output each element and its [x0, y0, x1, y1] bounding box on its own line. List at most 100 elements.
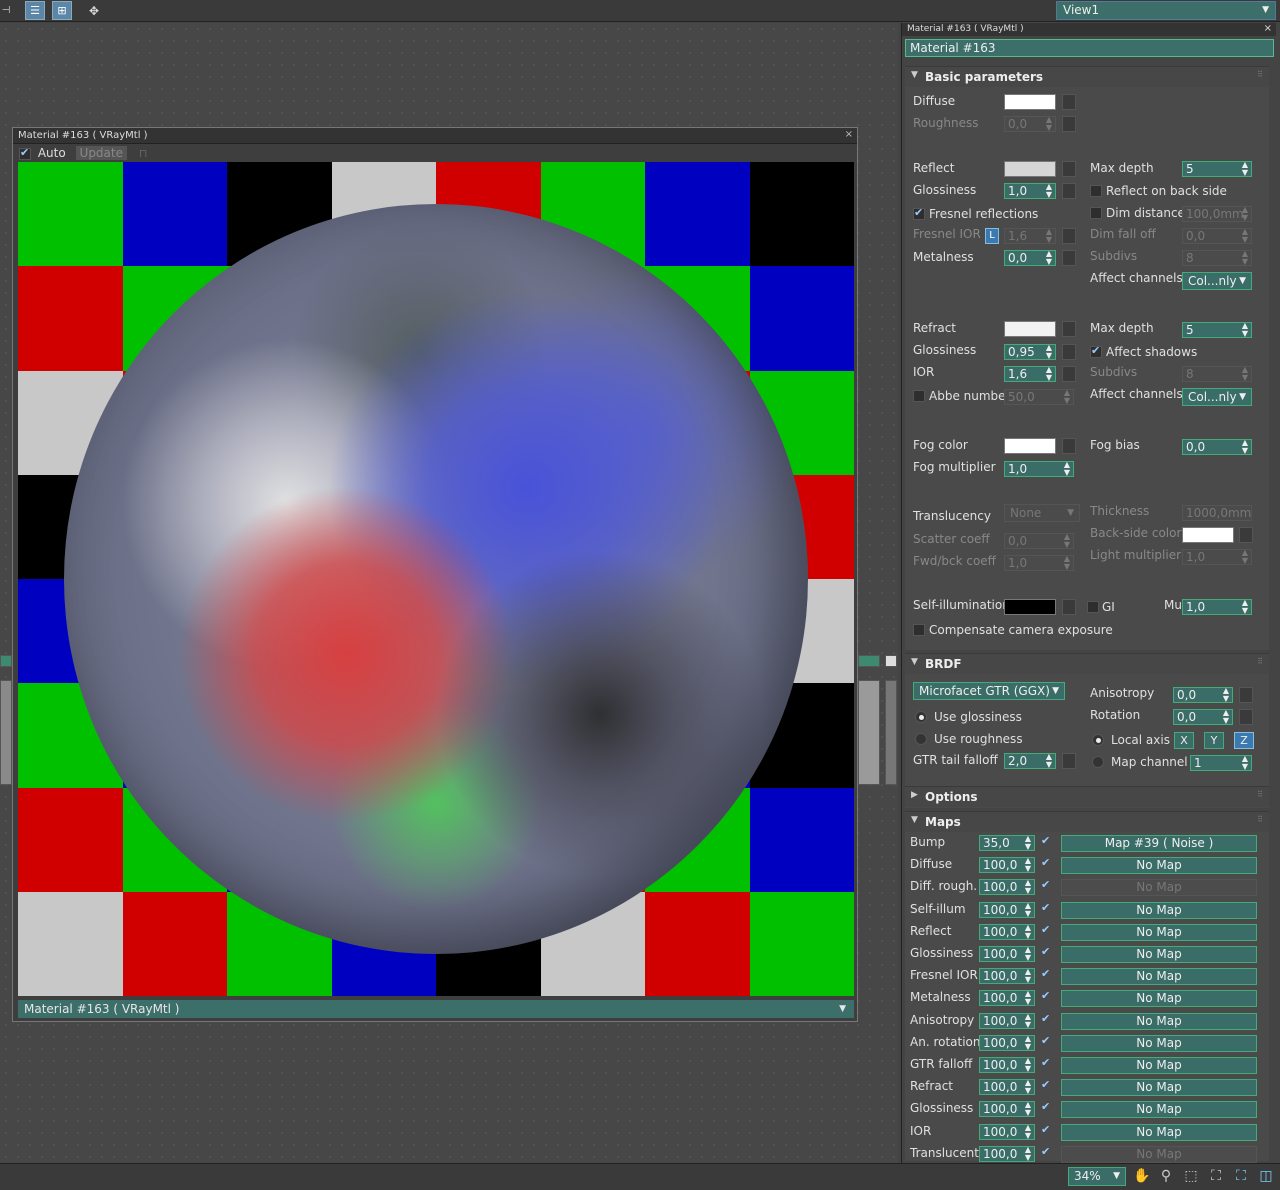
map-enable-checkbox[interactable]: [1041, 1034, 1053, 1049]
refract-color-swatch[interactable]: [1004, 321, 1056, 337]
zoom-extents-icon[interactable]: ⛶: [1206, 1167, 1226, 1186]
map-amount-spinner[interactable]: 100,0 ▲ ▼: [979, 1101, 1035, 1118]
light-multiplier-spinner[interactable]: 1,0 ▲ ▼: [1182, 549, 1252, 565]
map-amount-spinner[interactable]: 100,0 ▲ ▼: [979, 1057, 1035, 1073]
anisotropy-spinner[interactable]: 0,0 ▲ ▼: [1173, 687, 1233, 703]
fresnel-ior-spinner[interactable]: 1,6 ▲ ▼: [1004, 228, 1056, 244]
back-side-color-map-button[interactable]: [1239, 527, 1253, 543]
map-enable-checkbox[interactable]: [1041, 834, 1053, 849]
fresnel-ior-map-button[interactable]: [1062, 228, 1076, 244]
reflect-affect-channels-dropdown[interactable]: Col...nly ▼: [1182, 272, 1252, 290]
refract-affect-channels-dropdown[interactable]: Col...nly ▼: [1182, 388, 1252, 406]
frame-icon[interactable]: ◫: [1256, 1167, 1276, 1186]
self-illumination-swatch[interactable]: [1004, 599, 1056, 615]
basic-parameters-header[interactable]: ▼ Basic parameters ⠿: [905, 67, 1269, 87]
diffuse-map-button[interactable]: [1062, 94, 1076, 110]
map-enable-checkbox[interactable]: [1041, 967, 1053, 982]
map-amount-spinner[interactable]: 100,0 ▲ ▼: [979, 1034, 1035, 1051]
zoom-selected-icon[interactable]: ⛶: [1231, 1167, 1251, 1186]
refract-glossiness-map-button[interactable]: [1062, 344, 1076, 360]
compensate-exposure-checkbox[interactable]: [913, 624, 925, 636]
map-amount-spinner[interactable]: 100,0 ▲ ▼: [979, 879, 1035, 896]
gtr-tail-map-button[interactable]: [1062, 753, 1076, 769]
abbe-number-spinner[interactable]: 50,0 ▲ ▼: [1004, 389, 1074, 405]
map-amount-spinner[interactable]: 35,0 ▲ ▼: [979, 835, 1035, 851]
preview-material-select[interactable]: Material #163 ( VRayMtl ) ▼: [18, 1000, 854, 1018]
dim-distance-spinner[interactable]: 100,0mm ▲ ▼: [1182, 206, 1252, 222]
fog-color-swatch[interactable]: [1004, 438, 1056, 454]
map-amount-spinner[interactable]: 100,0 ▲ ▼: [979, 857, 1035, 874]
rotation-spinner[interactable]: 0,0 ▲ ▼: [1173, 709, 1233, 725]
map-slot-button[interactable]: No Map: [1061, 1123, 1257, 1141]
layout-grid-icon[interactable]: ⊞: [52, 1, 72, 20]
use-roughness-radio[interactable]: [915, 733, 927, 745]
brdf-type-dropdown[interactable]: Microfacet GTR (GGX) ▼: [913, 682, 1065, 700]
thickness-spinner[interactable]: 1000,0mm: [1182, 505, 1252, 521]
map-slot-button[interactable]: No Map: [1061, 1079, 1257, 1097]
refract-glossiness-spinner[interactable]: 0,95 ▲ ▼: [1004, 344, 1056, 360]
use-glossiness-radio[interactable]: [915, 711, 927, 723]
map-slot-button[interactable]: No Map: [1061, 990, 1257, 1008]
node-port-right-2[interactable]: [885, 655, 897, 667]
lock-icon[interactable]: ⊓: [139, 147, 148, 160]
fog-bias-spinner[interactable]: 0,0 ▲ ▼: [1182, 439, 1252, 455]
map-channel-radio[interactable]: [1092, 756, 1104, 768]
fog-color-map-button[interactable]: [1062, 438, 1076, 454]
map-amount-spinner[interactable]: 100,0 ▲ ▼: [979, 923, 1035, 940]
map-amount-spinner[interactable]: 100,0 ▲ ▼: [979, 1012, 1035, 1029]
map-slot-button[interactable]: No Map: [1061, 1145, 1257, 1163]
reflect-back-side-checkbox[interactable]: [1090, 185, 1102, 197]
rotation-map-button[interactable]: [1239, 709, 1253, 725]
map-enable-checkbox[interactable]: [1041, 1056, 1053, 1071]
glossiness-spinner[interactable]: 1,0 ▲ ▼: [1004, 183, 1056, 199]
fog-multiplier-spinner[interactable]: 1,0 ▲ ▼: [1004, 461, 1074, 477]
gi-checkbox[interactable]: [1087, 601, 1099, 613]
anisotropy-map-button[interactable]: [1239, 687, 1253, 703]
node-port-left[interactable]: [0, 655, 12, 667]
map-slot-button[interactable]: No Map: [1061, 1101, 1257, 1119]
reflect-max-depth-spinner[interactable]: 5 ▲ ▼: [1182, 161, 1252, 177]
back-side-color-swatch[interactable]: [1182, 527, 1234, 543]
roughness-spinner[interactable]: 0,0 ▲ ▼: [1004, 116, 1056, 132]
axis-x-button[interactable]: X: [1174, 732, 1194, 749]
map-amount-spinner[interactable]: 100,0 ▲ ▼: [979, 1079, 1035, 1096]
view-select[interactable]: View1 ▼: [1056, 1, 1276, 20]
mult-spinner[interactable]: 1,0 ▲ ▼: [1182, 599, 1252, 615]
gtr-tail-falloff-spinner[interactable]: 2,0 ▲ ▼: [1004, 753, 1056, 769]
close-icon[interactable]: ×: [845, 129, 853, 140]
map-slot-button[interactable]: Map #39 ( Noise ): [1061, 835, 1257, 852]
axis-z-button[interactable]: Z: [1234, 732, 1254, 749]
map-amount-spinner[interactable]: 100,0 ▲ ▼: [979, 968, 1035, 985]
map-enable-checkbox[interactable]: [1041, 1123, 1053, 1138]
self-illumination-map-button[interactable]: [1062, 599, 1076, 615]
map-slot-button[interactable]: No Map: [1061, 901, 1257, 919]
zoom-magnifier-icon[interactable]: ⚲: [1156, 1167, 1176, 1186]
map-enable-checkbox[interactable]: [1041, 923, 1053, 938]
axis-y-button[interactable]: Y: [1204, 732, 1224, 749]
ior-map-button[interactable]: [1062, 366, 1076, 382]
reflect-subdivs-spinner[interactable]: 8 ▲ ▼: [1182, 250, 1252, 266]
checker-pattern-icon[interactable]: ✥: [84, 1, 104, 20]
material-name-field[interactable]: Material #163: [905, 39, 1274, 57]
map-enable-checkbox[interactable]: [1041, 945, 1053, 960]
zoom-dropdown[interactable]: 34% ▼: [1068, 1167, 1126, 1186]
dim-distance-checkbox[interactable]: [1090, 207, 1102, 219]
fwd-bck-coeff-spinner[interactable]: 1,0 ▲ ▼: [1004, 555, 1074, 571]
translucency-dropdown[interactable]: None ▼: [1004, 504, 1080, 522]
map-amount-spinner[interactable]: 100,0 ▲ ▼: [979, 946, 1035, 962]
ior-spinner[interactable]: 1,6 ▲ ▼: [1004, 366, 1056, 382]
affect-shadows-checkbox[interactable]: [1090, 344, 1102, 358]
map-enable-checkbox[interactable]: [1041, 878, 1053, 893]
map-enable-checkbox[interactable]: [1041, 989, 1053, 1004]
refract-subdivs-spinner[interactable]: 8 ▲ ▼: [1182, 366, 1252, 382]
refract-max-depth-spinner[interactable]: 5 ▲ ▼: [1182, 322, 1252, 338]
close-icon[interactable]: ×: [1264, 23, 1272, 34]
refract-map-button[interactable]: [1062, 321, 1076, 337]
map-channel-spinner[interactable]: 1 ▲ ▼: [1190, 755, 1252, 771]
metalness-spinner[interactable]: 0,0 ▲ ▼: [1004, 250, 1056, 266]
map-slot-button[interactable]: No Map: [1061, 879, 1257, 897]
map-slot-button[interactable]: No Map: [1061, 1034, 1257, 1052]
update-button[interactable]: Update: [75, 146, 127, 160]
map-enable-checkbox[interactable]: [1041, 856, 1053, 871]
scatter-coeff-spinner[interactable]: 0,0 ▲ ▼: [1004, 533, 1074, 549]
